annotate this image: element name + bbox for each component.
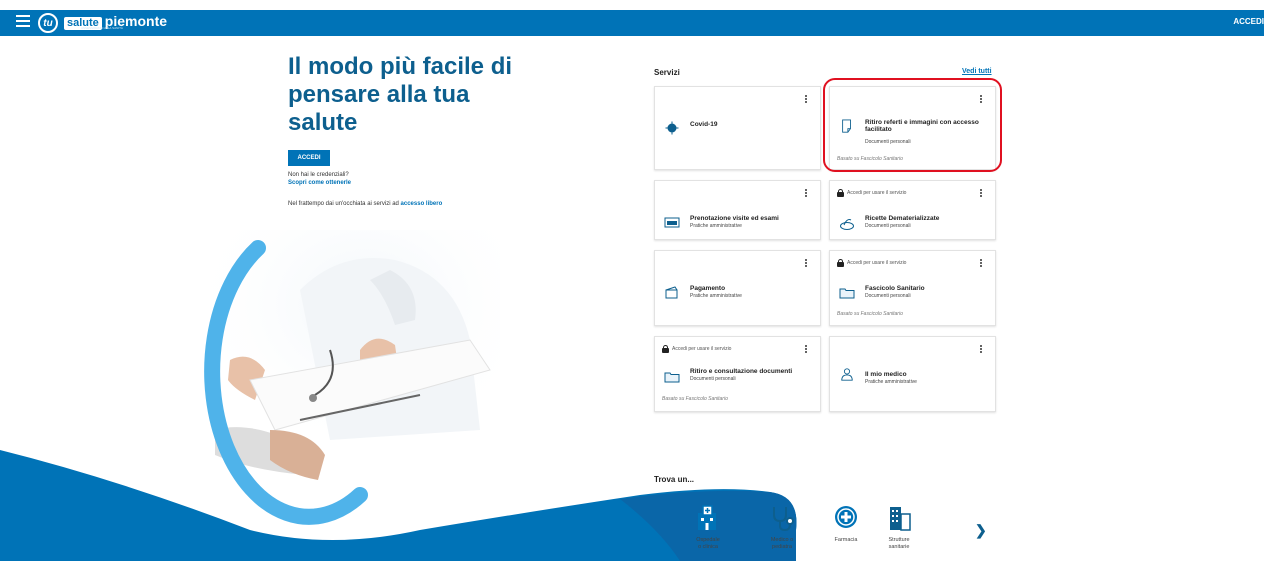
- find-label-line1: Medico o: [770, 537, 794, 543]
- find-pharmacy[interactable]: Farmacia: [824, 504, 868, 544]
- card-footer: Basato su Fascicolo Sanitario: [837, 156, 903, 162]
- no-credentials-text: Non hai le credenziali?: [288, 172, 349, 178]
- service-card-covid[interactable]: Covid-19: [654, 86, 821, 170]
- document-icon: [842, 119, 851, 133]
- card-title: Ritiro e consultazione documenti: [690, 368, 793, 375]
- lock-text: Accedi per usare il servizio: [847, 260, 907, 266]
- service-card-mio-medico[interactable]: Il mio medico Pratiche amministrative: [829, 336, 996, 412]
- find-label-line2: o clinica: [698, 544, 718, 550]
- wallet-icon: [665, 286, 678, 299]
- card-subtitle: Pratiche amministrative: [865, 379, 917, 385]
- service-card-prenotazione[interactable]: Prenotazione visite ed esami Pratiche am…: [654, 180, 821, 240]
- card-subtitle: Documenti personali: [865, 223, 911, 229]
- more-options-icon[interactable]: [804, 259, 808, 269]
- more-options-icon[interactable]: [804, 189, 808, 199]
- find-hospital[interactable]: Ospedale o clinica: [686, 504, 730, 551]
- card-subtitle: Pratiche amministrative: [690, 223, 742, 229]
- service-card-ritiro-consultazione[interactable]: Accedi per usare il servizio Ritiro e co…: [654, 336, 821, 412]
- virus-icon: [665, 121, 679, 135]
- find-doctor[interactable]: Medico o pediatra: [760, 504, 804, 551]
- find-label-line1: Farmacia: [834, 537, 858, 543]
- login-button[interactable]: ACCEDI: [288, 150, 330, 166]
- menu-icon[interactable]: [16, 15, 30, 27]
- free-access-prefix: Nel frattempo dai un'occhiata ai servizi…: [288, 201, 401, 207]
- find-facilities[interactable]: Strutture sanitarie: [877, 504, 921, 551]
- find-label-line2: pediatra: [772, 544, 792, 550]
- stethoscope-icon: [773, 507, 794, 532]
- card-title: Prenotazione visite ed esami: [690, 215, 779, 222]
- logo[interactable]: tu salute piemonte: [38, 12, 167, 34]
- card-title: Ritiro referti e immagini con accesso fa…: [865, 119, 979, 133]
- more-options-icon[interactable]: [979, 189, 983, 199]
- header-login-link[interactable]: ACCEDI: [1233, 17, 1264, 26]
- folder-icon: [839, 288, 855, 299]
- chevron-right-icon[interactable]: ❯: [975, 522, 987, 539]
- more-options-icon[interactable]: [979, 95, 983, 105]
- pharmacy-icon: [835, 506, 857, 528]
- free-access-text: Nel frattempo dai un'occhiata ai servizi…: [288, 200, 478, 208]
- calendar-icon: [664, 217, 680, 228]
- folder-icon: [664, 372, 680, 383]
- lock-icon: [837, 259, 844, 267]
- lock-notice: Accedi per usare il servizio: [662, 345, 731, 353]
- lock-icon: [662, 345, 669, 353]
- service-card-fascicolo[interactable]: Accedi per usare il servizio Fascicolo S…: [829, 250, 996, 326]
- card-title: Fascicolo Sanitario: [865, 285, 925, 292]
- hospital-icon: [698, 505, 716, 530]
- find-label-line2: sanitarie: [888, 544, 910, 550]
- lock-text: Accedi per usare il servizio: [847, 190, 907, 196]
- logo-subtitle: ASSESSORATO ALLA SANITÀ: [81, 26, 123, 30]
- card-footer: Basato su Fascicolo Sanitario: [662, 396, 728, 402]
- prescription-icon: [840, 219, 854, 230]
- service-card-ricette[interactable]: Accedi per usare il servizio Ricette Dem…: [829, 180, 996, 240]
- card-subtitle: Documenti personali: [865, 139, 911, 145]
- card-subtitle: Pratiche amministrative: [690, 293, 742, 299]
- top-bar: tu salute piemonte ASSESSORATO ALLA SANI…: [0, 10, 1264, 36]
- service-card-ritiro-referti[interactable]: Ritiro referti e immagini con accesso fa…: [829, 86, 996, 170]
- logo-tu: tu: [38, 13, 58, 33]
- more-options-icon[interactable]: [804, 95, 808, 105]
- find-label-line1: Strutture: [888, 537, 910, 543]
- lock-notice: Accedi per usare il servizio: [837, 259, 906, 267]
- more-options-icon[interactable]: [979, 259, 983, 269]
- card-footer: Basato su Fascicolo Sanitario: [837, 311, 903, 317]
- card-subtitle: Documenti personali: [865, 293, 911, 299]
- card-title: Covid-19: [690, 121, 718, 128]
- more-options-icon[interactable]: [979, 345, 983, 355]
- more-options-icon[interactable]: [804, 345, 808, 355]
- lock-notice: Accedi per usare il servizio: [837, 189, 906, 197]
- card-title: Pagamento: [690, 285, 726, 292]
- get-credentials-link[interactable]: Scopri come ottenerle: [288, 180, 351, 186]
- services-title: Servizi: [654, 68, 680, 77]
- card-title: Ricette Dematerializzate: [865, 215, 940, 222]
- lock-text: Accedi per usare il servizio: [672, 346, 732, 352]
- find-label-line1: Ospedale: [696, 537, 720, 543]
- lock-icon: [837, 189, 844, 197]
- see-all-link[interactable]: Vedi tutti: [962, 68, 992, 75]
- free-access-link[interactable]: accesso libero: [401, 201, 443, 207]
- card-subtitle: Documenti personali: [690, 376, 736, 382]
- building-icon: [890, 507, 911, 531]
- service-card-pagamento[interactable]: Pagamento Pratiche amministrative: [654, 250, 821, 326]
- card-title: Il mio medico: [865, 371, 907, 378]
- doctor-icon: [841, 368, 853, 381]
- hero-title: Il modo più facile di pensare alla tua s…: [288, 53, 513, 136]
- find-title: Trova un...: [654, 475, 695, 484]
